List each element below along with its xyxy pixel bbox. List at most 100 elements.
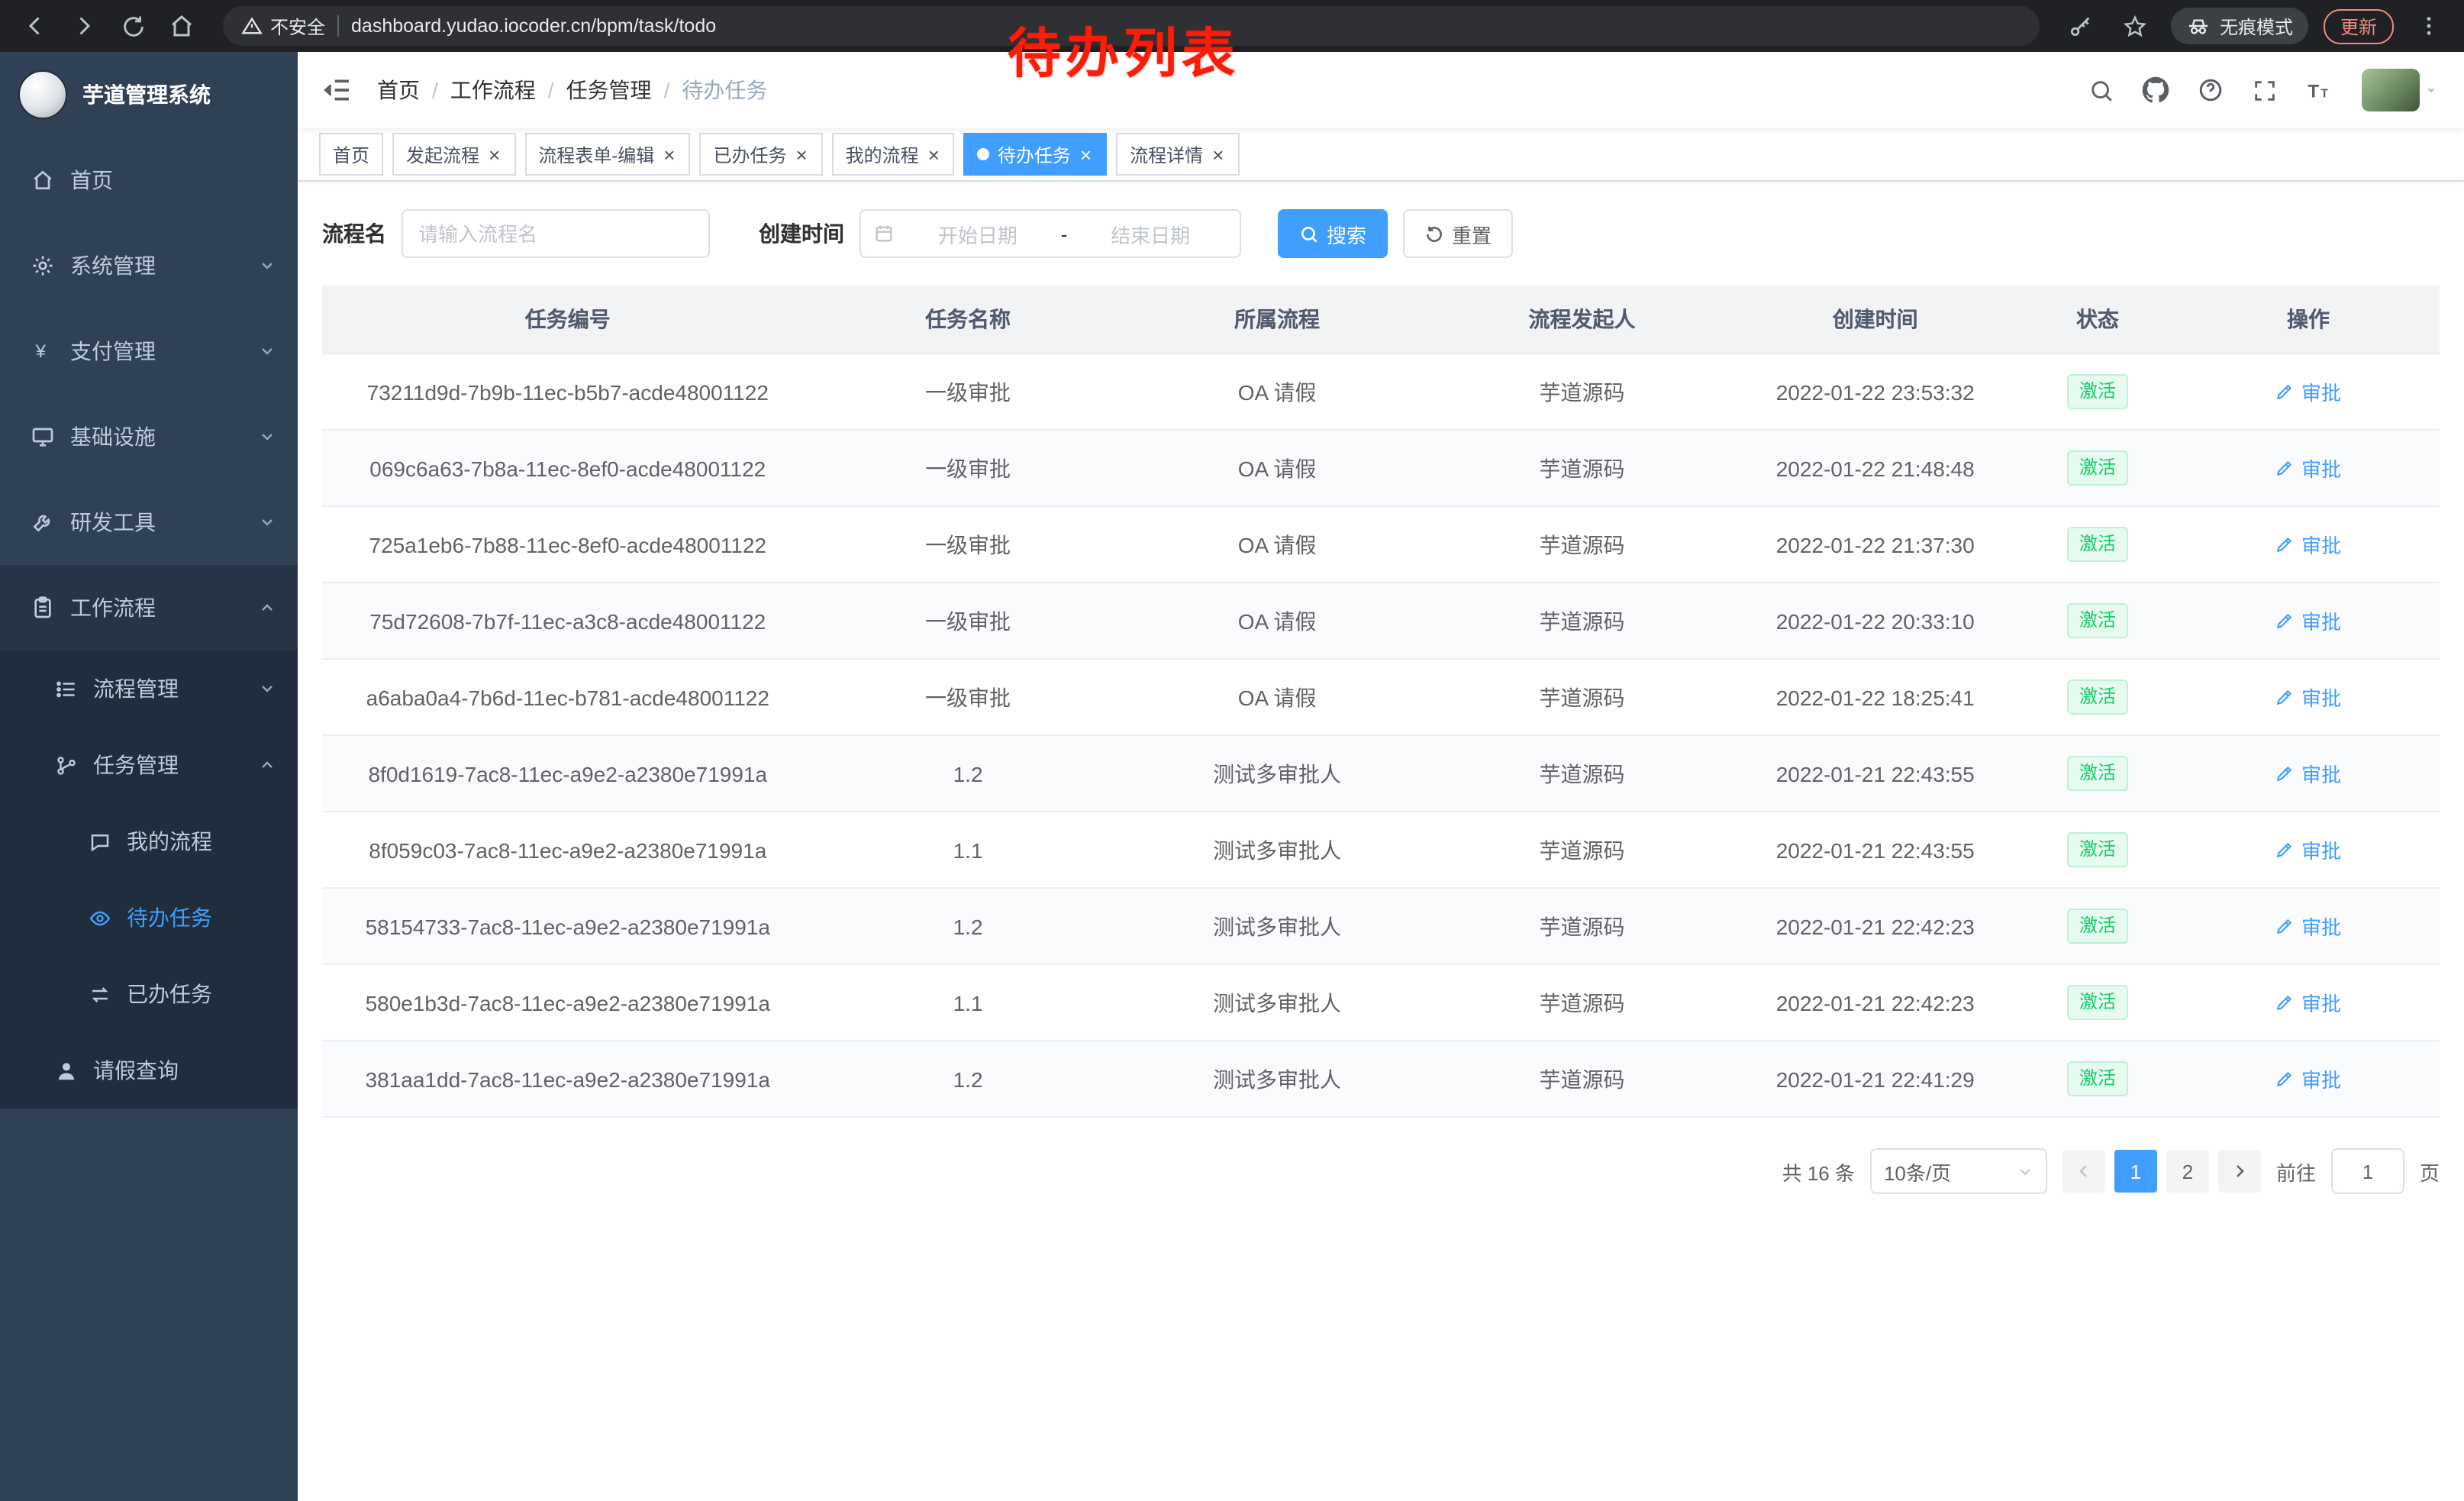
security-indicator[interactable]: 不安全 (241, 13, 325, 39)
breadcrumb-task-management[interactable]: 任务管理 (566, 75, 652, 105)
sidebar-item-leave-query[interactable]: 请假查询 (0, 1032, 298, 1109)
search-button[interactable]: 搜索 (1278, 209, 1388, 258)
sidebar-item-my-process[interactable]: 我的流程 (0, 803, 298, 880)
cell-created: 2022-01-22 20:33:10 (1732, 583, 2017, 659)
github-icon[interactable] (2142, 76, 2169, 104)
tab-close-icon[interactable]: × (662, 144, 676, 164)
approve-link[interactable]: 审批 (2275, 683, 2341, 712)
cell-status: 激活 (2018, 964, 2177, 1041)
update-button[interactable]: 更新 (2324, 8, 2394, 44)
cell-process: 测试多审批人 (1123, 888, 1432, 964)
approve-link[interactable]: 审批 (2275, 377, 2341, 406)
status-badge: 激活 (2067, 450, 2128, 486)
bookmark-star-icon[interactable] (2116, 6, 2156, 46)
edit-icon (2275, 916, 2295, 936)
help-icon[interactable] (2197, 76, 2224, 104)
cell-task-id: a6aba0a4-7b6d-11ec-b781-acde48001122 (322, 659, 814, 735)
approve-link[interactable]: 审批 (2275, 912, 2341, 941)
tab-close-icon[interactable]: × (794, 144, 808, 164)
sidebar-toggle[interactable] (322, 75, 353, 105)
logo[interactable]: 芋道管理系统 (0, 52, 298, 137)
cell-action: 审批 (2177, 659, 2440, 735)
chevron-up-icon (258, 756, 276, 774)
edit-icon (2275, 993, 2295, 1012)
goto-page-input[interactable] (2331, 1148, 2404, 1194)
tab[interactable]: 已办任务 × (699, 133, 822, 176)
approve-link[interactable]: 审批 (2275, 530, 2341, 559)
forward-button[interactable] (64, 6, 104, 46)
page-buttons: 12 (2114, 1150, 2209, 1193)
page-number-button[interactable]: 2 (2166, 1150, 2209, 1193)
approve-link[interactable]: 审批 (2275, 606, 2341, 635)
start-date-placeholder: 开始日期 (901, 219, 1055, 248)
sidebar-item-task-management[interactable]: 任务管理 (0, 727, 298, 803)
breadcrumb-workflow[interactable]: 工作流程 (450, 75, 536, 105)
sidebar-item-process-management[interactable]: 流程管理 (0, 650, 298, 727)
reload-button[interactable] (113, 6, 153, 46)
col-created: 创建时间 (1732, 286, 2017, 353)
tab-close-icon[interactable]: × (1211, 144, 1225, 164)
url-divider (337, 15, 339, 37)
back-button[interactable] (15, 6, 55, 46)
tab[interactable]: 待办任务 × (964, 133, 1107, 176)
svg-text:T: T (2320, 87, 2328, 100)
sidebar-item-todo-tasks[interactable]: 待办任务 (0, 880, 298, 956)
sidebar-item-workflow[interactable]: 工作流程 (0, 565, 298, 650)
tab[interactable]: 发起流程 × (392, 133, 515, 176)
sidebar-item-done-tasks[interactable]: 已办任务 (0, 956, 298, 1032)
cell-created: 2022-01-21 22:42:23 (1732, 888, 2017, 964)
process-name-input[interactable] (402, 209, 710, 258)
header-search-icon[interactable] (2088, 77, 2114, 103)
cell-task-name: 1.1 (814, 812, 1123, 888)
date-range-picker[interactable]: 开始日期 - 结束日期 (859, 209, 1241, 258)
sidebar-item-system[interactable]: 系统管理 (0, 223, 298, 308)
eye-icon (89, 906, 111, 929)
tab-close-icon[interactable]: × (1079, 144, 1093, 164)
breadcrumb: 首页 / 工作流程 / 任务管理 / 待办任务 (377, 75, 767, 105)
sidebar-item-infrastructure[interactable]: 基础设施 (0, 394, 298, 479)
tab[interactable]: 首页 (319, 133, 383, 176)
avatar[interactable] (2362, 69, 2440, 111)
person-icon (55, 1059, 78, 1082)
cell-task-name: 1.1 (814, 964, 1123, 1041)
cell-process: OA 请假 (1123, 430, 1432, 506)
tab-close-icon[interactable]: × (927, 144, 941, 164)
svg-text:¥: ¥ (35, 341, 47, 362)
fullscreen-icon[interactable] (2252, 77, 2278, 103)
status-badge: 激活 (2067, 527, 2128, 562)
approve-link[interactable]: 审批 (2275, 454, 2341, 483)
page-size-select[interactable]: 10条/页 (1870, 1148, 2047, 1194)
page-number-button[interactable]: 1 (2114, 1150, 2157, 1193)
password-key-icon[interactable] (2061, 6, 2101, 46)
cell-task-name: 一级审批 (814, 506, 1123, 583)
approve-link[interactable]: 审批 (2275, 835, 2341, 864)
reset-button[interactable]: 重置 (1403, 209, 1513, 258)
cell-task-id: 381aa1dd-7ac8-11ec-a9e2-a2380e71991a (322, 1041, 814, 1117)
sidebar-item-dev-tools[interactable]: 研发工具 (0, 479, 298, 565)
red-annotation: 待办列表 (1008, 11, 1240, 89)
approve-link[interactable]: 审批 (2275, 988, 2341, 1017)
table-row: 58154733-7ac8-11ec-a9e2-a2380e71991a 1.2… (322, 888, 2440, 964)
avatar-image (2362, 69, 2420, 111)
cell-action: 审批 (2177, 1041, 2440, 1117)
breadcrumb-home[interactable]: 首页 (377, 75, 420, 105)
status-badge: 激活 (2067, 985, 2128, 1020)
edit-icon (2275, 611, 2295, 631)
cell-initiator: 芋道源码 (1432, 735, 1733, 812)
tab-close-icon[interactable]: × (487, 144, 502, 164)
prev-page-button[interactable] (2062, 1150, 2105, 1193)
approve-link[interactable]: 审批 (2275, 1064, 2341, 1093)
edit-icon (2275, 763, 2295, 783)
next-page-button[interactable] (2218, 1150, 2261, 1193)
sidebar-item-payment[interactable]: ¥ 支付管理 (0, 308, 298, 394)
tab[interactable]: 流程详情 × (1116, 133, 1239, 176)
tab[interactable]: 流程表单-编辑 × (524, 133, 690, 176)
tab[interactable]: 我的流程 × (832, 133, 955, 176)
home-button[interactable] (162, 6, 202, 46)
font-size-icon[interactable]: TT (2305, 77, 2334, 103)
sidebar-item-home[interactable]: 首页 (0, 137, 298, 223)
browser-menu-icon[interactable] (2409, 6, 2449, 46)
approve-link[interactable]: 审批 (2275, 759, 2341, 788)
table-row: 725a1eb6-7b88-11ec-8ef0-acde48001122 一级审… (322, 506, 2440, 583)
col-task-name: 任务名称 (814, 286, 1123, 353)
